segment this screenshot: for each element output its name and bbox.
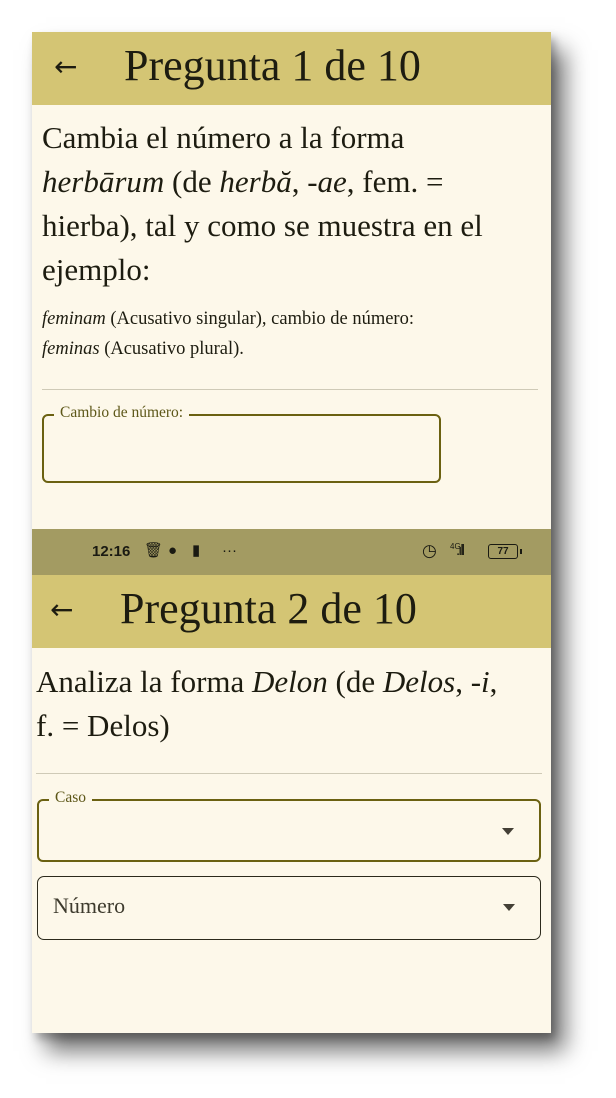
prompt-text: (de [327,664,383,699]
example-desc-2: (Acusativo plural). [99,339,244,359]
caso-label: Caso [49,788,92,808]
genitive-ending: -i [470,664,490,699]
prompt-line: Cambia el número a la forma [42,120,405,155]
prompt-text: (de [164,164,220,199]
notification-icon: ▮ [192,542,201,559]
caso-select[interactable]: Caso [37,788,541,862]
status-time: 12:16 [92,543,131,560]
prompt-text: Analiza la forma [36,664,253,699]
prompt-line: hierba), tal y como se muestra en el [42,208,483,243]
divider [36,773,542,774]
alarm-icon: ◷ [422,541,437,560]
prompt-line: herbārum (de herbă, -ae, fem. = [42,160,542,204]
prompt-text: , [489,664,498,699]
target-form: herbārum [42,164,165,199]
more-icon: ··· [222,542,237,559]
cambio-de-numero-field[interactable]: Cambio de número: [42,403,441,483]
prompt-text: , [291,164,308,199]
genitive-ending: -ae [307,164,347,199]
question-1-prompt: Cambia el número a la forma herbārum (de… [42,116,542,292]
divider [42,389,538,390]
status-bar: 12:16 🗑 ● ▮ ··· ◷ 4G .ıll 77 [32,529,551,575]
page-title-q1: Pregunta 1 de 10 [124,41,421,90]
battery-icon: 77 [488,544,522,559]
screenshot-frame: ← Pregunta 1 de 10 Cambia el número a la… [32,32,551,1033]
dropdown-arrow-icon [503,904,515,911]
prompt-text: , [455,664,471,699]
prompt-line: Analiza la forma Delon (de Delos, -i, [36,660,548,704]
moon-icon: ● [168,542,178,559]
prompt-line: f. = Delos) [36,708,170,743]
example-desc-1: (Acusativo singular), cambio de número: [105,309,414,329]
app-bar-q2: ← Pregunta 2 de 10 [32,575,551,648]
lemma: herbă [219,164,292,199]
page-title-q2: Pregunta 2 de 10 [120,584,417,633]
example-form-2: feminas [42,339,100,359]
target-form: Delon [252,664,328,699]
numero-select[interactable]: Número [37,876,541,940]
prompt-text: , fem. = [346,164,444,199]
app-bar-q1: ← Pregunta 1 de 10 [32,32,551,105]
dropdown-arrow-icon [502,828,514,835]
prompt-line: ejemplo: [42,252,151,287]
example-form-1: feminam [42,309,106,329]
back-arrow-icon[interactable]: ← [50,595,73,625]
back-arrow-icon[interactable]: ← [54,52,77,82]
lemma: Delos [382,664,456,699]
signal-icon: .ıll [456,542,465,559]
question-2-prompt: Analiza la forma Delon (de Delos, -i, f.… [36,660,548,748]
field-label: Cambio de número: [54,403,190,423]
example-text: feminam (Acusativo singular), cambio de … [42,304,542,364]
trash-icon: 🗑 [144,542,164,559]
numero-placeholder: Número [53,893,126,918]
